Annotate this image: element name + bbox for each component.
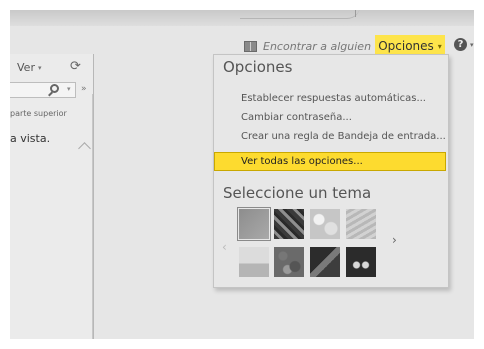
find-someone-label: Encontrar a alguien [263,39,372,53]
scroll-up-icon[interactable] [78,142,91,155]
menu-item-change-password[interactable]: Cambiar contraseña... [241,112,352,123]
theme-tile-dark-graphic[interactable] [310,247,340,277]
expand-icon[interactable]: » [81,84,87,94]
theme-tile-light-circles[interactable] [310,209,340,239]
theme-tile-cartoon-faces[interactable] [274,247,304,277]
menu-item-all-options[interactable]: Ver todas las opciones... [214,152,446,171]
options-button-label: Opciones [378,39,434,53]
theme-next-icon[interactable]: › [392,233,397,247]
top-filter-text: parte superior [10,109,67,118]
theme-tile-dark-pattern[interactable] [274,209,304,239]
refresh-icon[interactable]: ⟳ [70,59,81,74]
help-icon: ? [454,38,467,51]
scrollbar-track[interactable] [92,94,93,339]
empty-view-message: a vista. [10,132,51,145]
chevron-down-icon: ▾ [470,40,474,49]
theme-tile-gray-default[interactable] [237,207,271,241]
options-menu-title: Opciones [223,58,293,76]
top-bar [10,10,474,26]
theme-tile-dark-dots[interactable] [346,247,376,277]
view-menu[interactable]: Ver ▾ [17,61,41,74]
help-button[interactable]: ? ▾ [454,38,474,51]
theme-tile-pale-texture[interactable] [346,209,376,239]
theme-prev-icon[interactable]: ‹ [222,240,227,254]
theme-section-title: Seleccione un tema [223,184,372,202]
menu-item-inbox-rule[interactable]: Crear una regla de Bandeja de entrada... [241,131,446,142]
app-window: Encontrar a alguien Opciones ▾ ? ▾ Ver ▾… [10,10,474,339]
message-list-panel: Ver ▾ ⟳ ▾ » parte superior a vista. [10,54,94,339]
chevron-down-icon: ▾ [437,41,442,51]
address-book-icon [244,40,257,52]
search-icon[interactable] [50,84,59,93]
theme-tile-pale-sky[interactable] [239,247,269,277]
search-input[interactable]: ▾ [10,82,76,98]
header-swoosh [240,10,360,19]
find-someone-link[interactable]: Encontrar a alguien [244,38,371,54]
menu-item-auto-replies[interactable]: Establecer respuestas automáticas... [241,93,426,104]
options-dropdown: Opciones Establecer respuestas automátic… [213,54,449,288]
top-divider [355,10,356,17]
view-menu-label: Ver [17,61,35,74]
chevron-down-icon[interactable]: ▾ [67,85,71,93]
chevron-down-icon: ▾ [37,63,42,72]
